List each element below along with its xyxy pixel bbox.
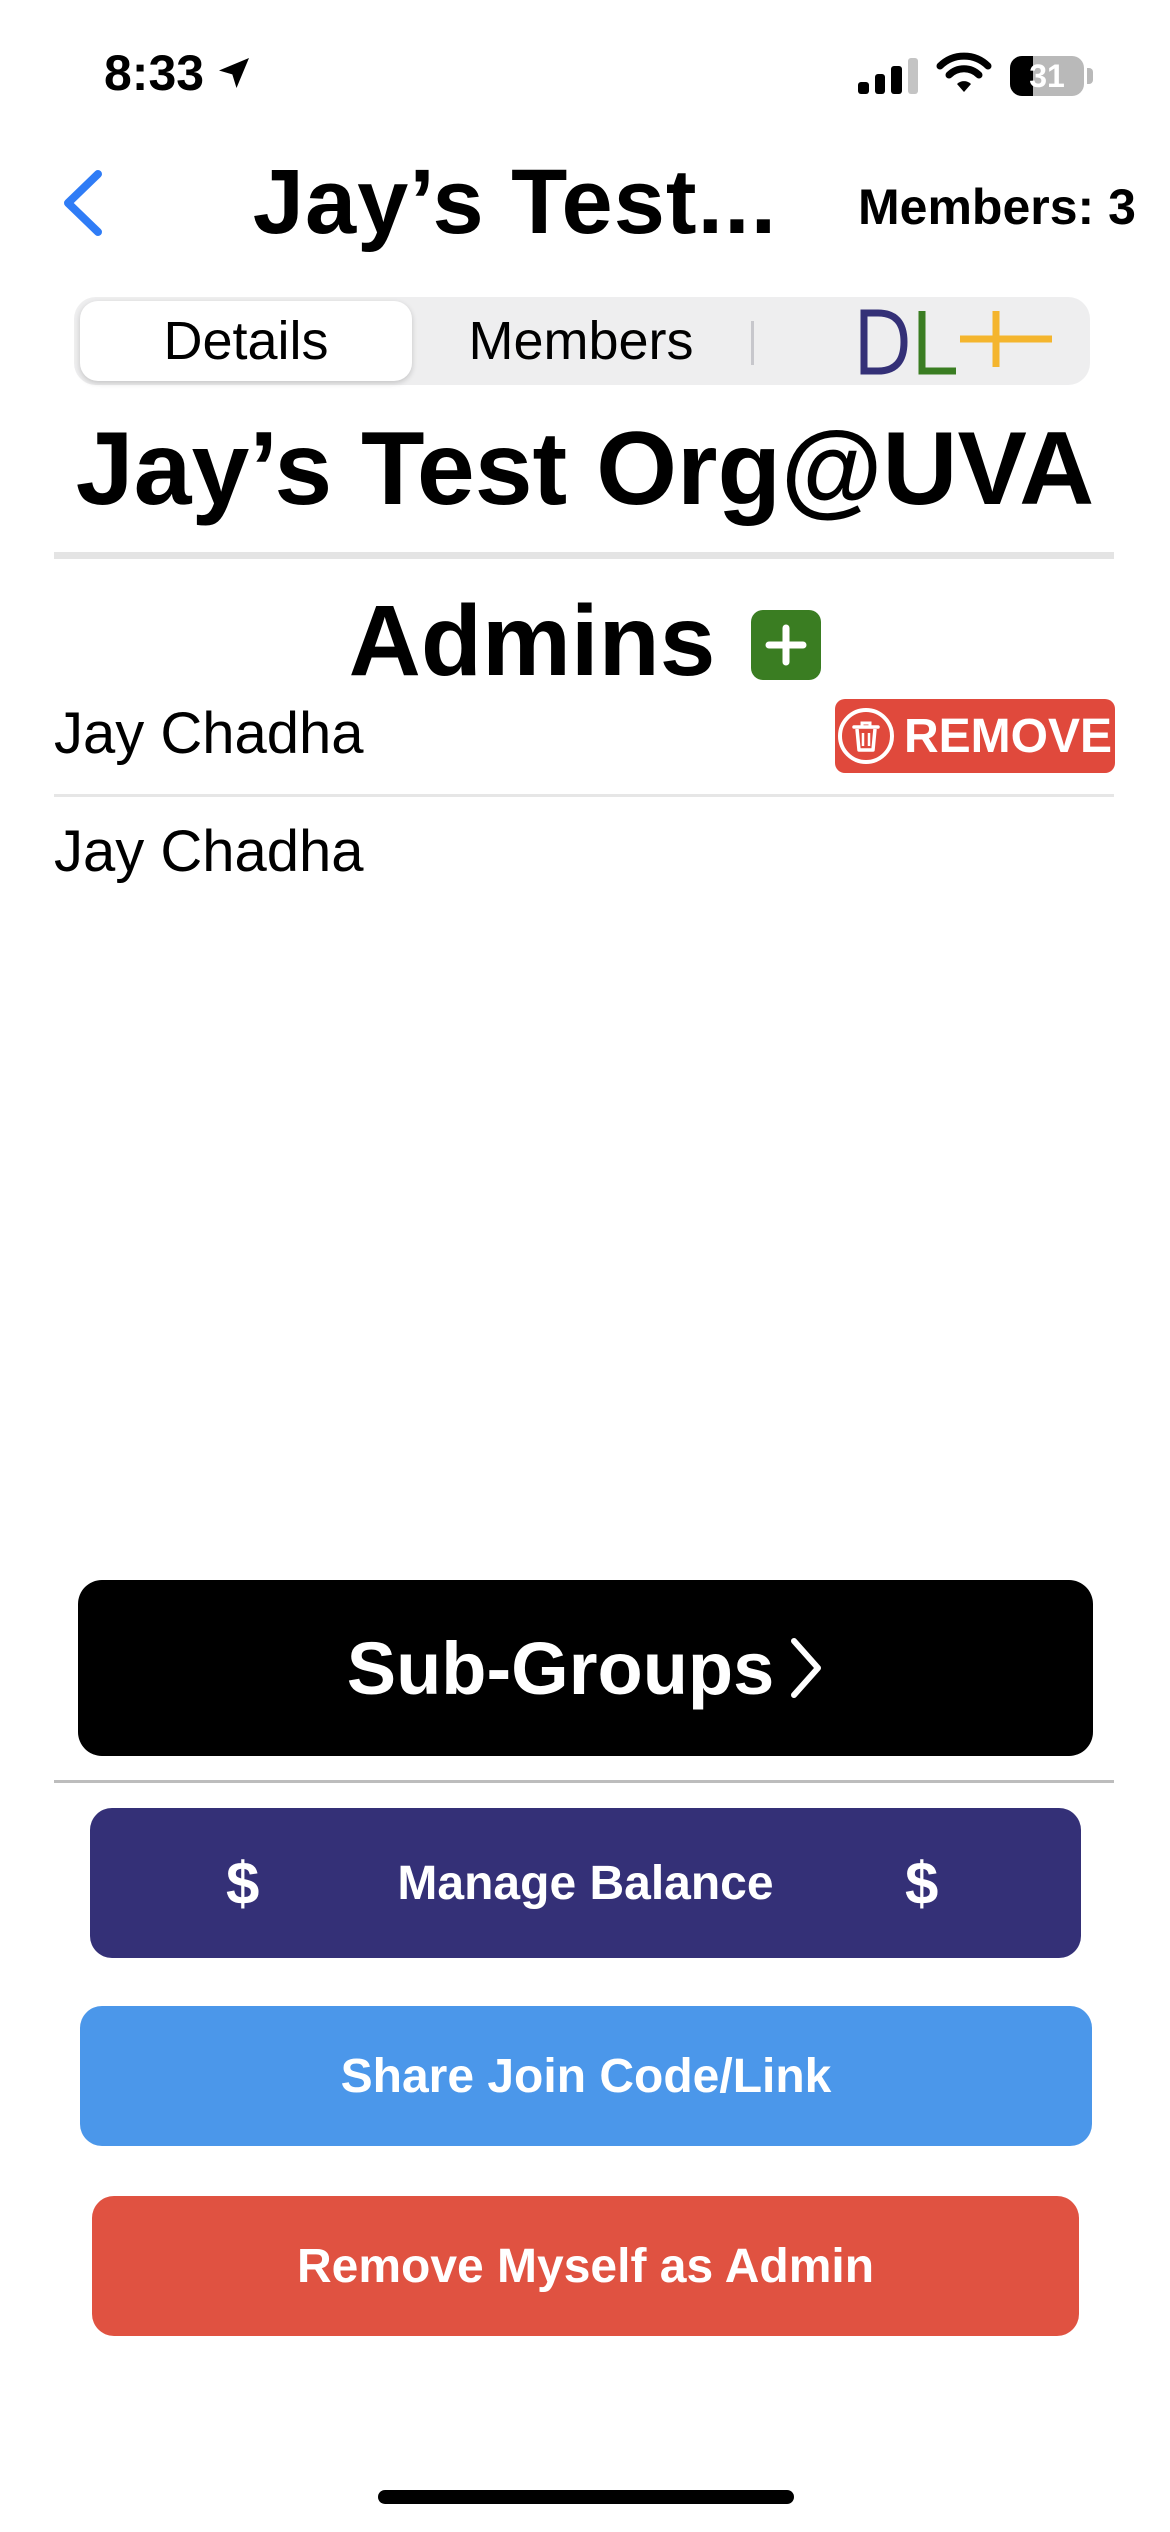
status-time: 8:33 — [104, 44, 254, 102]
add-admin-button[interactable] — [751, 609, 822, 680]
dl-plus-logo-icon — [860, 309, 1052, 375]
battery-percent: 31 — [1029, 57, 1065, 94]
segment-divider — [751, 321, 754, 365]
wifi-icon — [936, 52, 992, 92]
divider — [54, 552, 1114, 559]
back-chevron-icon[interactable] — [58, 168, 108, 238]
battery-tip — [1087, 68, 1093, 84]
admin-name: Jay Chadha — [54, 819, 364, 884]
remove-admin-button[interactable]: REMOVE — [835, 699, 1115, 773]
remove-label: REMOVE — [903, 709, 1113, 763]
chevron-right-icon — [791, 1638, 822, 1698]
battery-icon: 31 — [1010, 56, 1084, 96]
tab-details[interactable]: Details — [80, 301, 412, 381]
trash-icon — [837, 708, 894, 764]
share-join-code-button[interactable]: Share Join Code/Link — [80, 2006, 1092, 2146]
share-label: Share Join Code/Link — [340, 2049, 832, 2103]
org-name: Jay’s Test Org@UVA — [75, 411, 1095, 527]
signal-icon — [858, 56, 918, 94]
row-divider — [54, 794, 1114, 797]
tab-dl-plus[interactable] — [856, 301, 1056, 381]
time-label: 8:33 — [104, 45, 205, 101]
plus-icon — [765, 624, 807, 665]
remove-myself-admin-button[interactable]: Remove Myself as Admin — [92, 2196, 1079, 2336]
admins-title: Admins — [348, 585, 716, 697]
members-count: Members: 3 — [858, 179, 1136, 235]
nav-title: Jay’s Test... — [252, 151, 778, 253]
divider — [54, 1780, 1114, 1783]
tab-members[interactable]: Members — [416, 301, 746, 381]
admin-name: Jay Chadha — [54, 701, 364, 766]
dollar-sign-right: $ — [905, 1849, 939, 1917]
manage-balance-button[interactable]: $ Manage Balance $ — [90, 1808, 1081, 1958]
location-arrow-icon — [219, 58, 250, 88]
sub-groups-button[interactable]: Sub-Groups — [78, 1580, 1093, 1756]
segmented-control: Details Members — [74, 297, 1090, 385]
sub-groups-label: Sub-Groups — [346, 1626, 775, 1710]
remove-self-label: Remove Myself as Admin — [296, 2239, 875, 2293]
home-indicator — [378, 2490, 794, 2504]
admins-header: Admins — [0, 584, 1170, 699]
